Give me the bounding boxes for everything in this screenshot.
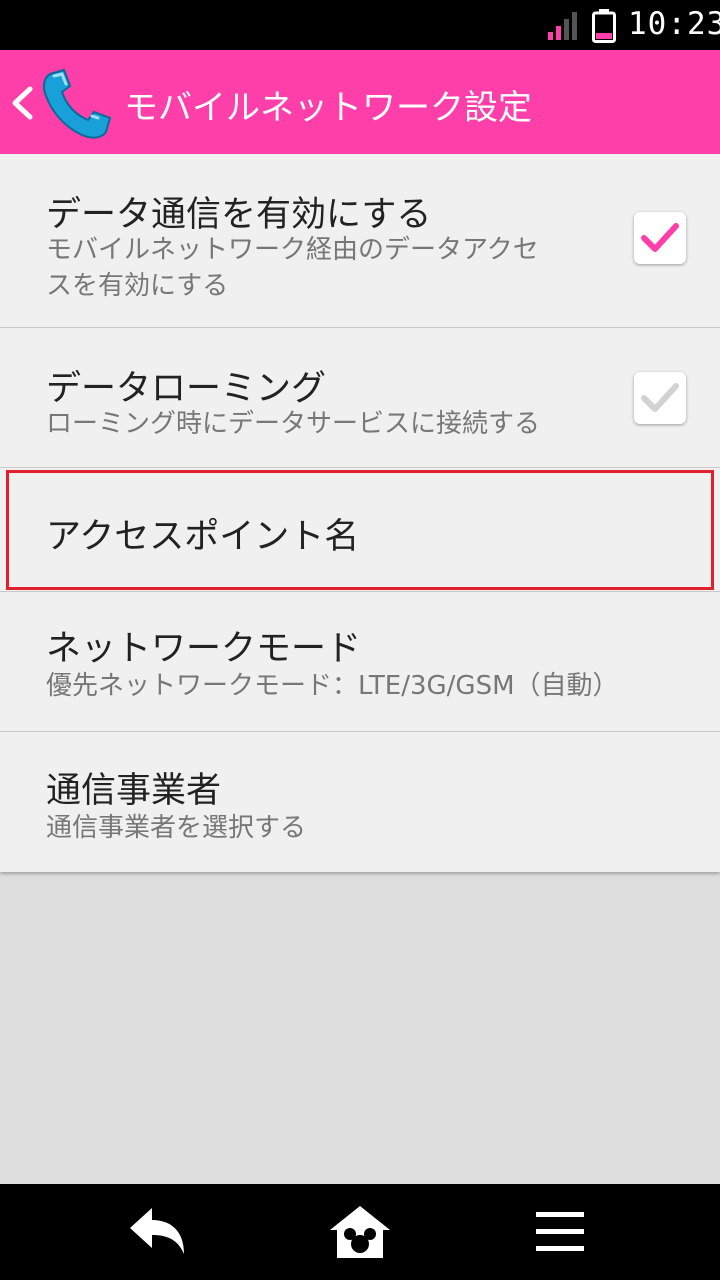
checkmark-icon: [641, 383, 679, 412]
back-chevron-icon[interactable]: [10, 86, 34, 120]
setting-subtitle: 優先ネットワークモード：LTE/3G/GSM（自動）: [46, 668, 619, 704]
page-title: モバイルネットワーク設定: [124, 88, 532, 128]
setting-title: ネットワークモード: [46, 629, 362, 669]
setting-subtitle: 通信事業者を選択する: [46, 810, 306, 846]
battery-icon: [592, 9, 616, 43]
subtitle-line: 優先ネットワークモード：LTE/3G/GSM（自動）: [46, 671, 619, 701]
setting-data-roaming[interactable]: データローミング ローミング時にデータサービスに接続する: [0, 328, 720, 468]
mobile-data-checkbox[interactable]: [634, 212, 686, 264]
clock: 10:23: [628, 6, 720, 42]
setting-title: 通信事業者: [46, 771, 222, 811]
highlight-box: [6, 470, 714, 590]
setting-subtitle: ローミング時にデータサービスに接続する: [46, 406, 540, 442]
subtitle-line: 通信事業者を選択する: [46, 813, 307, 843]
status-bar: 10:23: [0, 0, 720, 50]
setting-subtitle: モバイルネットワーク経由のデータアクセ スを有効にする: [46, 232, 539, 304]
subtitle-line: ローミング時にデータサービスに接続する: [46, 409, 541, 439]
subtitle-line: モバイルネットワーク経由のデータアクセ: [46, 235, 539, 265]
checkmark-icon: [641, 223, 679, 252]
setting-title: データローミング: [46, 369, 327, 409]
phone-icon[interactable]: [36, 64, 116, 144]
navigation-bar: [0, 1184, 720, 1280]
setting-carrier[interactable]: 通信事業者 通信事業者を選択する: [0, 732, 720, 872]
setting-mobile-data[interactable]: データ通信を有効にする モバイルネットワーク経由のデータアクセ スを有効にする: [0, 154, 720, 328]
settings-list: データ通信を有効にする モバイルネットワーク経由のデータアクセ スを有効にする …: [0, 154, 720, 872]
signal-icon: [548, 12, 577, 40]
menu-icon[interactable]: [528, 1204, 592, 1260]
home-icon[interactable]: [328, 1204, 392, 1260]
subtitle-line: スを有効にする: [46, 271, 229, 301]
app-bar: モバイルネットワーク設定: [0, 50, 720, 154]
data-roaming-checkbox[interactable]: [634, 372, 686, 424]
back-arrow-icon[interactable]: [126, 1204, 190, 1260]
setting-title: データ通信を有効にする: [46, 195, 432, 235]
setting-network-mode[interactable]: ネットワークモード 優先ネットワークモード：LTE/3G/GSM（自動）: [0, 592, 720, 732]
